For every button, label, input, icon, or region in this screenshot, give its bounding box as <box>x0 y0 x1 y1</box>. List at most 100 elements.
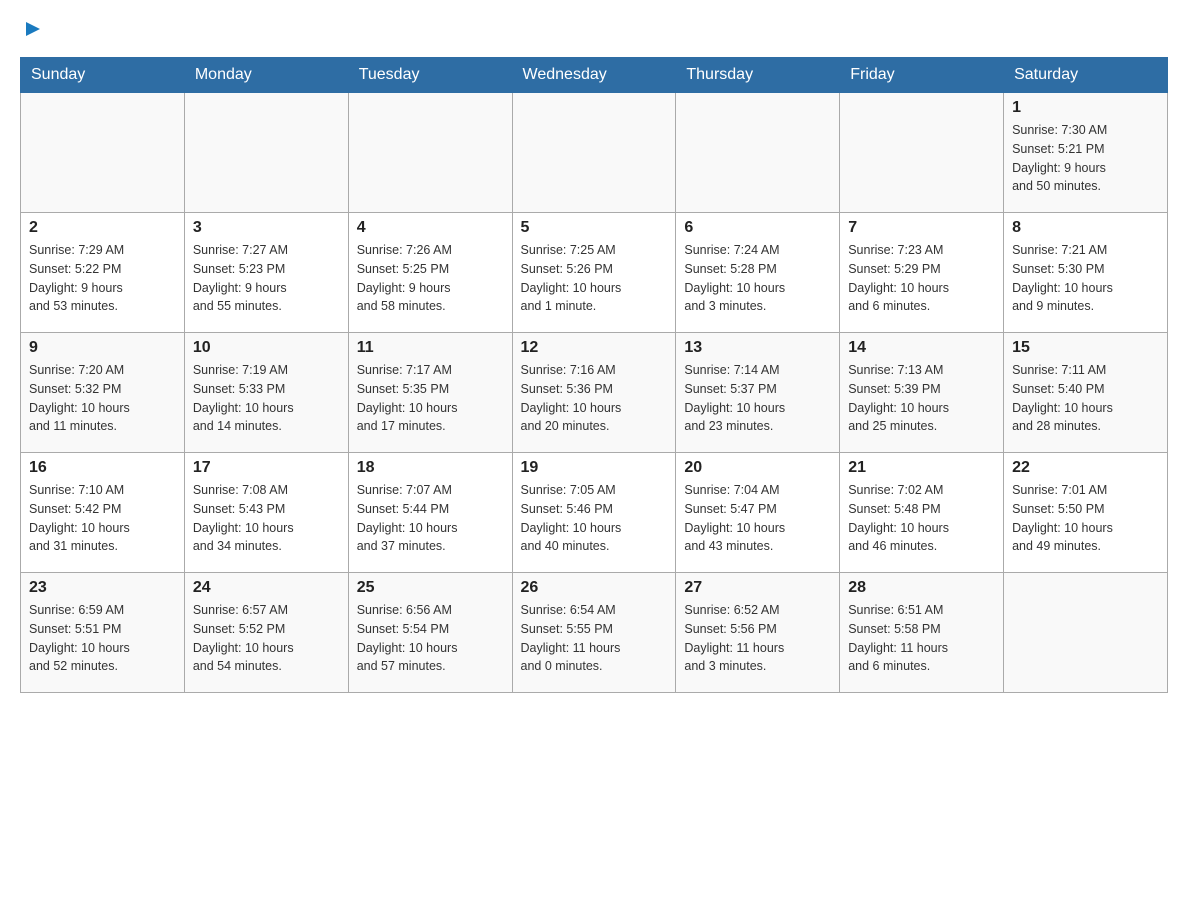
calendar-cell: 20 Sunrise: 7:04 AM Sunset: 5:47 PM Dayli… <box>676 453 840 573</box>
calendar-cell: 23 Sunrise: 6:59 AM Sunset: 5:51 PM Dayli… <box>21 573 185 693</box>
calendar-cell: 6 Sunrise: 7:24 AM Sunset: 5:28 PM Daylig… <box>676 213 840 333</box>
calendar-cell: 28 Sunrise: 6:51 AM Sunset: 5:58 PM Dayli… <box>840 573 1004 693</box>
calendar-cell: 17Sunrise: 7:08 AM Sunset: 5:43 PM Dayli… <box>184 453 348 573</box>
day-info: Sunrise: 7:27 AM Sunset: 5:23 PM Dayligh… <box>193 241 340 316</box>
day-number: 13 <box>684 339 831 357</box>
day-info: Sunrise: 7:11 AM Sunset: 5:40 PM Dayligh… <box>1012 361 1159 436</box>
day-number: 15 <box>1012 339 1159 357</box>
calendar-week-row: 23 Sunrise: 6:59 AM Sunset: 5:51 PM Dayli… <box>21 573 1168 693</box>
page-header <box>20 20 1168 47</box>
day-number: 11 <box>357 339 504 357</box>
weekday-header-friday: Friday <box>840 58 1004 93</box>
day-info: Sunrise: 7:16 AM Sunset: 5:36 PM Dayligh… <box>521 361 668 436</box>
day-number: 8 <box>1012 219 1159 237</box>
weekday-header-wednesday: Wednesday <box>512 58 676 93</box>
day-number: 16 <box>29 459 176 477</box>
weekday-header-tuesday: Tuesday <box>348 58 512 93</box>
calendar-cell: 4 Sunrise: 7:26 AM Sunset: 5:25 PM Daylig… <box>348 213 512 333</box>
calendar-cell: 14Sunrise: 7:13 AM Sunset: 5:39 PM Dayli… <box>840 333 1004 453</box>
day-info: Sunrise: 7:04 AM Sunset: 5:47 PM Dayligh… <box>684 481 831 556</box>
calendar-week-row: 16Sunrise: 7:10 AM Sunset: 5:42 PM Dayli… <box>21 453 1168 573</box>
day-info: Sunrise: 6:57 AM Sunset: 5:52 PM Dayligh… <box>193 601 340 676</box>
day-info: Sunrise: 7:26 AM Sunset: 5:25 PM Dayligh… <box>357 241 504 316</box>
day-info: Sunrise: 7:13 AM Sunset: 5:39 PM Dayligh… <box>848 361 995 436</box>
day-info: Sunrise: 6:56 AM Sunset: 5:54 PM Dayligh… <box>357 601 504 676</box>
calendar-week-row: 1 Sunrise: 7:30 AM Sunset: 5:21 PM Daylig… <box>21 93 1168 213</box>
logo <box>20 20 44 47</box>
calendar-week-row: 2 Sunrise: 7:29 AM Sunset: 5:22 PM Daylig… <box>21 213 1168 333</box>
day-number: 22 <box>1012 459 1159 477</box>
day-info: Sunrise: 7:17 AM Sunset: 5:35 PM Dayligh… <box>357 361 504 436</box>
calendar-cell: 12 Sunrise: 7:16 AM Sunset: 5:36 PM Dayli… <box>512 333 676 453</box>
day-info: Sunrise: 6:54 AM Sunset: 5:55 PM Dayligh… <box>521 601 668 676</box>
calendar-cell: 18 Sunrise: 7:07 AM Sunset: 5:44 PM Dayli… <box>348 453 512 573</box>
calendar-cell: 10Sunrise: 7:19 AM Sunset: 5:33 PM Dayli… <box>184 333 348 453</box>
calendar-cell: 24 Sunrise: 6:57 AM Sunset: 5:52 PM Dayli… <box>184 573 348 693</box>
day-number: 7 <box>848 219 995 237</box>
calendar-cell <box>676 93 840 213</box>
day-info: Sunrise: 6:52 AM Sunset: 5:56 PM Dayligh… <box>684 601 831 676</box>
day-info: Sunrise: 7:01 AM Sunset: 5:50 PM Dayligh… <box>1012 481 1159 556</box>
calendar-cell: 3 Sunrise: 7:27 AM Sunset: 5:23 PM Daylig… <box>184 213 348 333</box>
day-info: Sunrise: 6:59 AM Sunset: 5:51 PM Dayligh… <box>29 601 176 676</box>
weekday-header-saturday: Saturday <box>1004 58 1168 93</box>
calendar-cell: 11 Sunrise: 7:17 AM Sunset: 5:35 PM Dayli… <box>348 333 512 453</box>
weekday-header-thursday: Thursday <box>676 58 840 93</box>
day-number: 2 <box>29 219 176 237</box>
calendar-cell: 5 Sunrise: 7:25 AM Sunset: 5:26 PM Daylig… <box>512 213 676 333</box>
day-number: 19 <box>521 459 668 477</box>
day-info: Sunrise: 7:29 AM Sunset: 5:22 PM Dayligh… <box>29 241 176 316</box>
calendar-cell: 25 Sunrise: 6:56 AM Sunset: 5:54 PM Dayli… <box>348 573 512 693</box>
day-number: 24 <box>193 579 340 597</box>
day-info: Sunrise: 7:23 AM Sunset: 5:29 PM Dayligh… <box>848 241 995 316</box>
day-info: Sunrise: 7:14 AM Sunset: 5:37 PM Dayligh… <box>684 361 831 436</box>
day-number: 10 <box>193 339 340 357</box>
calendar-cell: 16Sunrise: 7:10 AM Sunset: 5:42 PM Dayli… <box>21 453 185 573</box>
day-number: 9 <box>29 339 176 357</box>
day-info: Sunrise: 7:25 AM Sunset: 5:26 PM Dayligh… <box>521 241 668 316</box>
calendar-cell: 26 Sunrise: 6:54 AM Sunset: 5:55 PM Dayli… <box>512 573 676 693</box>
day-number: 18 <box>357 459 504 477</box>
day-number: 5 <box>521 219 668 237</box>
calendar-cell: 2 Sunrise: 7:29 AM Sunset: 5:22 PM Daylig… <box>21 213 185 333</box>
day-number: 6 <box>684 219 831 237</box>
calendar-cell <box>1004 573 1168 693</box>
calendar-cell: 22 Sunrise: 7:01 AM Sunset: 5:50 PM Dayli… <box>1004 453 1168 573</box>
calendar-cell <box>840 93 1004 213</box>
calendar-week-row: 9 Sunrise: 7:20 AM Sunset: 5:32 PM Daylig… <box>21 333 1168 453</box>
day-number: 23 <box>29 579 176 597</box>
day-number: 26 <box>521 579 668 597</box>
day-number: 27 <box>684 579 831 597</box>
day-number: 3 <box>193 219 340 237</box>
calendar-cell <box>348 93 512 213</box>
day-info: Sunrise: 7:30 AM Sunset: 5:21 PM Dayligh… <box>1012 121 1159 196</box>
calendar-cell: 19 Sunrise: 7:05 AM Sunset: 5:46 PM Dayli… <box>512 453 676 573</box>
day-number: 21 <box>848 459 995 477</box>
day-number: 4 <box>357 219 504 237</box>
day-info: Sunrise: 7:21 AM Sunset: 5:30 PM Dayligh… <box>1012 241 1159 316</box>
calendar-cell: 8 Sunrise: 7:21 AM Sunset: 5:30 PM Daylig… <box>1004 213 1168 333</box>
calendar-cell: 15 Sunrise: 7:11 AM Sunset: 5:40 PM Dayli… <box>1004 333 1168 453</box>
day-number: 28 <box>848 579 995 597</box>
day-number: 25 <box>357 579 504 597</box>
day-info: Sunrise: 7:02 AM Sunset: 5:48 PM Dayligh… <box>848 481 995 556</box>
logo-arrow-icon <box>22 18 44 40</box>
calendar-table: SundayMondayTuesdayWednesdayThursdayFrid… <box>20 57 1168 693</box>
calendar-cell: 7 Sunrise: 7:23 AM Sunset: 5:29 PM Daylig… <box>840 213 1004 333</box>
weekday-header-sunday: Sunday <box>21 58 185 93</box>
day-info: Sunrise: 7:20 AM Sunset: 5:32 PM Dayligh… <box>29 361 176 436</box>
day-info: Sunrise: 7:05 AM Sunset: 5:46 PM Dayligh… <box>521 481 668 556</box>
day-number: 1 <box>1012 99 1159 117</box>
day-info: Sunrise: 6:51 AM Sunset: 5:58 PM Dayligh… <box>848 601 995 676</box>
weekday-header-monday: Monday <box>184 58 348 93</box>
day-info: Sunrise: 7:07 AM Sunset: 5:44 PM Dayligh… <box>357 481 504 556</box>
calendar-cell: 13 Sunrise: 7:14 AM Sunset: 5:37 PM Dayli… <box>676 333 840 453</box>
calendar-cell: 27 Sunrise: 6:52 AM Sunset: 5:56 PM Dayli… <box>676 573 840 693</box>
day-info: Sunrise: 7:08 AM Sunset: 5:43 PM Dayligh… <box>193 481 340 556</box>
day-info: Sunrise: 7:24 AM Sunset: 5:28 PM Dayligh… <box>684 241 831 316</box>
day-number: 20 <box>684 459 831 477</box>
calendar-cell <box>21 93 185 213</box>
calendar-cell: 21 Sunrise: 7:02 AM Sunset: 5:48 PM Dayli… <box>840 453 1004 573</box>
calendar-cell: 1 Sunrise: 7:30 AM Sunset: 5:21 PM Daylig… <box>1004 93 1168 213</box>
day-number: 12 <box>521 339 668 357</box>
